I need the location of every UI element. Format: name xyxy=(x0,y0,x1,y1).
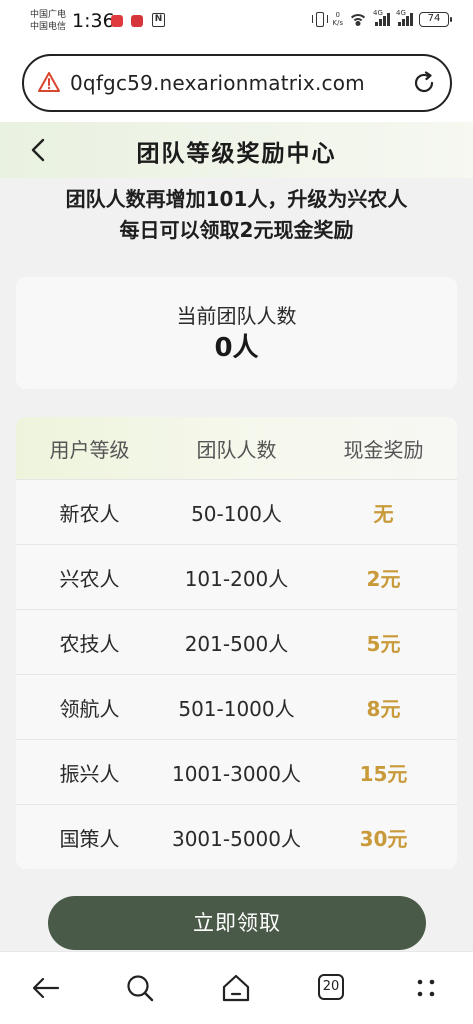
row-level: 农技人 xyxy=(59,631,120,656)
status-bar: 中国广电 中国电信 1:36 N 0 K/s 4G 4G 74 xyxy=(0,0,473,44)
url-text[interactable]: 0qfgc59.nexarionmatrix.com xyxy=(70,71,365,95)
level-reward-table: 用户等级 团队人数 现金奖励 新农人 50-100人 无 兴农人 101-200… xyxy=(16,417,457,869)
row-reward: 8元 xyxy=(366,696,401,721)
row-members: 201-500人 xyxy=(184,631,289,656)
row-reward: 2元 xyxy=(366,566,401,591)
column-header-members: 团队人数 xyxy=(196,437,277,462)
team-count-card: 当前团队人数 0人 xyxy=(16,277,457,389)
row-members: 3001-5000人 xyxy=(171,826,301,851)
arrow-left-icon[interactable] xyxy=(30,972,62,1004)
row-reward: 无 xyxy=(373,501,394,526)
page-header: 团队等级奖励中心 xyxy=(0,122,473,178)
page-title: 团队等级奖励中心 xyxy=(136,141,337,167)
table-row: 国策人 3001-5000人 30元 xyxy=(16,804,457,869)
network-type-1: 4G xyxy=(373,9,383,17)
row-members: 1001-3000人 xyxy=(171,761,301,786)
carrier-2: 中国电信 xyxy=(30,22,67,32)
upgrade-promo: 团队人数再增加101人，升级为兴农人 每日可以领取2元现金奖励 xyxy=(0,184,473,246)
table-row: 农技人 201-500人 5元 xyxy=(16,609,457,674)
net-speed-unit: K/s xyxy=(332,19,343,27)
signal-icon-1: 4G xyxy=(373,9,390,26)
address-bar[interactable]: 0qfgc59.nexarionmatrix.com xyxy=(22,54,452,112)
more-dots-icon[interactable] xyxy=(410,972,442,1004)
status-icons: 0 K/s 4G 4G 74 xyxy=(312,9,452,27)
table-row: 领航人 501-1000人 8元 xyxy=(16,674,457,739)
table-header: 用户等级 团队人数 现金奖励 xyxy=(16,417,457,479)
carrier-info: 中国广电 中国电信 xyxy=(30,9,66,33)
table-row: 新农人 50-100人 无 xyxy=(16,479,457,544)
row-reward: 30元 xyxy=(359,826,408,851)
row-level: 领航人 xyxy=(59,696,120,721)
column-header-reward: 现金奖励 xyxy=(343,437,424,462)
row-members: 501-1000人 xyxy=(178,696,295,721)
net-speed: 0 K/s xyxy=(332,11,343,27)
signal-icon-2: 4G xyxy=(396,9,413,26)
column-header-level: 用户等级 xyxy=(49,437,130,462)
reload-icon[interactable] xyxy=(412,71,436,95)
table-row: 振兴人 1001-3000人 15元 xyxy=(16,739,457,804)
row-reward: 15元 xyxy=(359,761,408,786)
carrier-1: 中国广电 xyxy=(30,10,67,20)
table-row: 兴农人 101-200人 2元 xyxy=(16,544,457,609)
app-notification-icon xyxy=(111,15,123,27)
promo-line-1: 团队人数再增加101人，升级为兴农人 xyxy=(65,187,408,211)
row-level: 振兴人 xyxy=(59,761,120,786)
warning-triangle-icon[interactable] xyxy=(38,72,60,92)
nfc-icon: N xyxy=(152,13,165,27)
search-icon[interactable] xyxy=(124,972,156,1004)
team-count-label: 当前团队人数 xyxy=(176,304,297,328)
row-level: 兴农人 xyxy=(59,566,120,591)
browser-bottom-nav: 20 xyxy=(0,951,473,1024)
promo-line-2: 每日可以领取2元现金奖励 xyxy=(119,218,354,242)
row-level: 国策人 xyxy=(59,826,120,851)
row-members: 50-100人 xyxy=(191,501,282,526)
clock: 1:36 xyxy=(72,10,115,32)
network-type-2: 4G xyxy=(396,9,406,17)
row-members: 101-200人 xyxy=(184,566,289,591)
tabs-icon[interactable]: 20 xyxy=(318,974,344,1000)
net-speed-value: 0 xyxy=(335,11,340,19)
huawei-notification-icon xyxy=(131,15,143,27)
vibrate-icon xyxy=(312,11,329,27)
browser-toolbar: 0qfgc59.nexarionmatrix.com xyxy=(0,44,473,122)
home-icon[interactable] xyxy=(220,972,252,1004)
row-reward: 5元 xyxy=(366,631,401,656)
row-level: 新农人 xyxy=(59,501,120,526)
wifi-icon xyxy=(349,13,367,26)
battery-icon: 74 xyxy=(419,11,452,27)
team-count-value: 0人 xyxy=(214,333,259,363)
claim-reward-button[interactable]: 立即领取 xyxy=(48,896,426,950)
